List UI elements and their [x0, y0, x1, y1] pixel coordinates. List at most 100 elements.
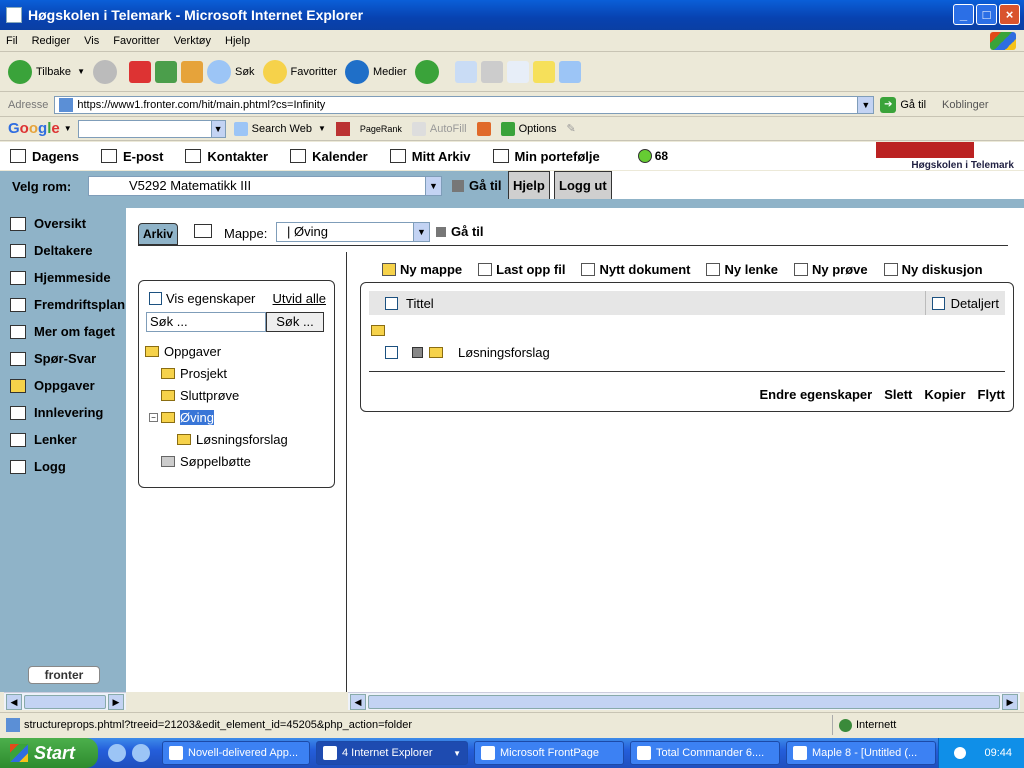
tree-node-soppelbotte[interactable]: Søppelbøtte	[145, 450, 334, 472]
address-goto-button[interactable]: ➔ Gå til	[880, 96, 926, 113]
search-button[interactable]: Søk	[206, 59, 255, 84]
nav-epost[interactable]: E-post	[100, 149, 163, 164]
scroll-thumb[interactable]	[24, 695, 106, 709]
scroll-left-arrow[interactable]: ◀	[6, 694, 22, 710]
ie-quicklaunch-icon[interactable]	[108, 744, 126, 762]
row-menu-icon[interactable]	[412, 346, 423, 358]
scroll-right-arrow[interactable]: ▶	[108, 694, 124, 710]
favorites-button[interactable]: Favoritter	[262, 59, 337, 84]
main-hscrollbar[interactable]: ◀ ▶	[348, 692, 1020, 710]
history-icon[interactable]	[414, 59, 439, 84]
links-label[interactable]: Koblinger	[942, 99, 988, 111]
expand-all-link[interactable]: Utvid alle	[273, 291, 326, 306]
select-all-checkbox[interactable]	[385, 296, 398, 310]
edit-icon[interactable]	[506, 60, 529, 83]
row-checkbox[interactable]	[385, 345, 398, 359]
google-search-input[interactable]: ▼	[77, 119, 226, 138]
home-icon[interactable]	[180, 60, 203, 83]
folder-goto-button[interactable]: Gå til	[436, 224, 484, 239]
list-item[interactable]: Løsningsforslag	[385, 341, 550, 363]
room-select[interactable]: V5292 Matematikk III ▼	[88, 176, 442, 196]
notes-icon[interactable]	[532, 60, 555, 83]
minimize-button[interactable]: _	[953, 4, 974, 25]
sidebar-item-deltakere[interactable]: Deltakere	[0, 237, 126, 264]
nav-portefolje[interactable]: Min portefølje	[492, 149, 600, 164]
detail-checkbox[interactable]	[931, 296, 945, 310]
mail-icon[interactable]	[454, 60, 477, 83]
sidebar-item-lenker[interactable]: Lenker	[0, 426, 126, 453]
forward-button[interactable]	[92, 59, 121, 84]
sidebar-item-hjemmeside[interactable]: Hjemmeside	[0, 264, 126, 291]
menu-favorites[interactable]: Favoritter	[113, 35, 159, 47]
scroll-thumb[interactable]	[368, 695, 1000, 709]
column-title[interactable]: Tittel	[406, 296, 434, 311]
parent-folder-icon[interactable]	[371, 325, 385, 336]
sidebar-item-fremdriftsplan[interactable]: Fremdriftsplan	[0, 291, 126, 318]
new-folder-button[interactable]: Ny mappe	[382, 262, 462, 277]
scroll-right-arrow[interactable]: ▶	[1002, 694, 1018, 710]
nav-kalender[interactable]: Kalender	[290, 149, 368, 164]
nav-dagens[interactable]: Dagens	[10, 149, 79, 164]
stop-icon[interactable]	[128, 60, 151, 83]
sidebar-item-mer-om-faget[interactable]: Mer om faget	[0, 318, 126, 345]
menu-edit[interactable]: Rediger	[32, 35, 71, 47]
show-properties-checkbox[interactable]	[149, 292, 162, 305]
sidebar-hscrollbar[interactable]: ◀ ▶	[4, 692, 126, 710]
nav-kontakter[interactable]: Kontakter	[185, 149, 268, 164]
task-frontpage[interactable]: Microsoft FrontPage	[474, 741, 624, 765]
fronter-logo[interactable]: fronter	[28, 666, 100, 684]
tray-icon[interactable]	[954, 747, 967, 759]
media-button[interactable]: Medier	[345, 59, 407, 84]
refresh-icon[interactable]	[154, 60, 177, 83]
tree-node-oppgaver[interactable]: Oppgaver	[145, 340, 334, 362]
tree-node-prosjekt[interactable]: Prosjekt	[145, 362, 334, 384]
menu-view[interactable]: Vis	[84, 35, 99, 47]
messenger-icon[interactable]	[558, 60, 581, 83]
menu-file[interactable]: Fil	[6, 35, 18, 47]
google-logo[interactable]: Google	[8, 120, 60, 137]
book-icon[interactable]	[194, 224, 212, 238]
new-test-button[interactable]: Ny prøve	[793, 262, 868, 277]
address-input[interactable]: https://www1.fronter.com/hit/main.phtml?…	[54, 95, 875, 114]
room-dropdown-arrow[interactable]: ▼	[425, 177, 441, 195]
move-button[interactable]: Flytt	[978, 387, 1005, 402]
new-discussion-button[interactable]: Ny diskusjon	[883, 262, 983, 277]
edit-properties-button[interactable]: Endre egenskaper	[759, 387, 872, 402]
print-icon[interactable]	[480, 60, 503, 83]
desktop-quicklaunch-icon[interactable]	[132, 744, 150, 762]
row-title[interactable]: Løsningsforslag	[458, 345, 550, 360]
tab-arkiv[interactable]: Arkiv	[138, 223, 178, 245]
menu-help[interactable]: Hjelp	[225, 35, 250, 47]
task-internet-explorer[interactable]: 4 Internet Explorer ▼	[316, 741, 468, 765]
autofill-button[interactable]: AutoFill	[411, 121, 467, 136]
blogger-icon[interactable]	[476, 121, 491, 136]
new-document-button[interactable]: Nytt dokument	[581, 262, 690, 277]
copy-button[interactable]: Kopier	[924, 387, 965, 402]
room-goto-button[interactable]: Gå til	[452, 178, 502, 193]
help-button[interactable]: Hjelp	[508, 171, 550, 201]
tree-search-input[interactable]: Søk ...	[146, 312, 266, 332]
folder-select[interactable]: | Øving ▼	[276, 222, 430, 242]
scroll-left-arrow[interactable]: ◀	[350, 694, 366, 710]
back-button[interactable]: Tilbake ▼	[8, 59, 85, 84]
sidebar-item-innlevering[interactable]: Innlevering	[0, 399, 126, 426]
start-button[interactable]: Start	[0, 738, 98, 768]
folder-dropdown-arrow[interactable]: ▼	[413, 223, 429, 241]
google-search-dropdown[interactable]: ▼	[210, 120, 225, 137]
sidebar-item-logg[interactable]: Logg	[0, 453, 126, 480]
tree-node-losningsforslag[interactable]: Løsningsforslag	[145, 428, 334, 450]
detail-toggle[interactable]: Detaljert	[924, 291, 999, 315]
menu-tools[interactable]: Verktøy	[174, 35, 211, 47]
tree-search-button[interactable]: Søk ...	[266, 312, 324, 332]
close-button[interactable]: ×	[999, 4, 1020, 25]
task-total-commander[interactable]: Total Commander 6....	[630, 741, 780, 765]
search-web-button[interactable]: Search Web ▼	[233, 121, 326, 136]
tree-node-sluttprove[interactable]: Sluttprøve	[145, 384, 334, 406]
new-link-button[interactable]: Ny lenke	[706, 262, 778, 277]
maximize-button[interactable]: □	[976, 4, 997, 25]
online-count-badge[interactable]: 68	[637, 149, 668, 163]
sidebar-item-spor-svar[interactable]: Spør-Svar	[0, 345, 126, 372]
logout-button[interactable]: Logg ut	[554, 171, 612, 201]
tree-node-oving[interactable]: − Øving	[145, 406, 334, 428]
pencil-icon[interactable]: ✎	[567, 122, 576, 135]
